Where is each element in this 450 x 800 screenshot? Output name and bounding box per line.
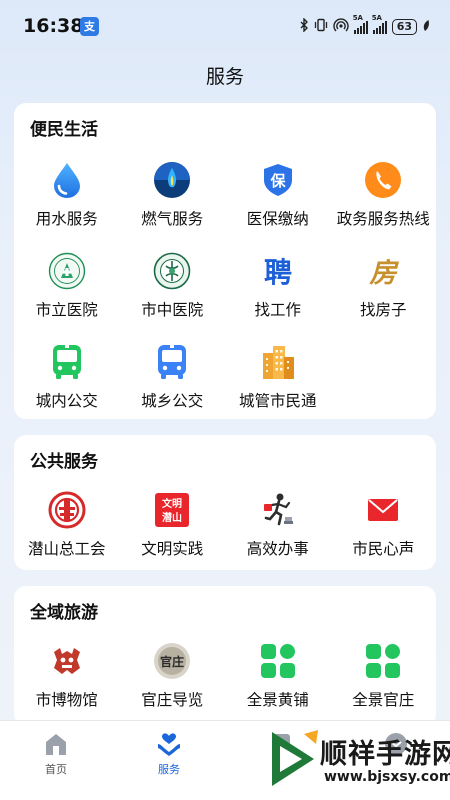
signal-strength-icon-1: 5A xyxy=(353,14,368,34)
section-title: 全域旅游 xyxy=(30,603,98,623)
gas-flame-icon xyxy=(153,161,191,199)
medical-insurance-shield-icon: 保 xyxy=(259,161,297,199)
service-label: 城管市民通 xyxy=(238,392,317,410)
section-title: 公共服务 xyxy=(30,452,98,472)
signal-tag-2: 5A xyxy=(371,13,382,22)
museum-icon xyxy=(48,642,86,680)
hotspot-icon xyxy=(333,18,349,36)
section-card-public: 公共服务 潜山总工会 文明 潜山 文明实践 高效办事 市民心声 xyxy=(14,435,436,570)
service-label: 市立医院 xyxy=(35,301,98,319)
service-item-water[interactable]: 用水服务 xyxy=(14,153,120,244)
watermark-play-icon xyxy=(264,728,320,790)
service-label: 高效办事 xyxy=(246,540,309,558)
tab-label: 服务 xyxy=(158,763,180,776)
signal-strength-icon-2: 5A xyxy=(372,14,387,34)
service-label: 潜山总工会 xyxy=(27,540,106,558)
guanzhuang-guide-icon: 官庄 xyxy=(153,642,191,680)
recruit-icon: 聘 xyxy=(259,252,297,290)
mail-envelope-icon xyxy=(364,491,402,529)
civilization-icon-text-2: 潜山 xyxy=(162,511,182,524)
service-item-civilization[interactable]: 文明 潜山 文明实践 xyxy=(120,483,226,574)
service-item-find-house[interactable]: 房 找房子 xyxy=(331,244,437,335)
city-building-icon xyxy=(259,343,297,381)
rural-bus-icon xyxy=(153,343,191,381)
shield-icon-text: 保 xyxy=(269,172,286,190)
city-bus-icon xyxy=(48,343,86,381)
service-item-city-bus[interactable]: 城内公交 xyxy=(14,335,120,426)
tab-label: 首页 xyxy=(45,763,67,776)
service-item-guanzhuang-guide[interactable]: 官庄 官庄导览 xyxy=(120,634,226,725)
service-grid: 用水服务 燃气服务 保 医保缴纳 政务服务热线 市立医院 市中医院 聘 找工作 … xyxy=(14,153,436,426)
service-item-medical-insurance[interactable]: 保 医保缴纳 xyxy=(225,153,331,244)
app-notification-icon: 支 xyxy=(80,17,99,36)
watermark-text: 顺祥手游网 xyxy=(320,739,450,770)
panorama-grid-icon xyxy=(364,642,402,680)
city-hospital-logo-icon xyxy=(48,252,86,290)
guanzhuang-icon-text: 官庄 xyxy=(160,654,184,669)
service-item-urban-management[interactable]: 城管市民通 xyxy=(225,335,331,426)
service-item-hotline[interactable]: 政务服务热线 xyxy=(331,153,437,244)
service-item-tcm-hospital[interactable]: 市中医院 xyxy=(120,244,226,335)
phone-hotline-icon xyxy=(364,161,402,199)
house-icon: 房 xyxy=(364,252,402,290)
section-card-life: 便民生活 用水服务 燃气服务 保 医保缴纳 政务服务热线 市立医院 市中医院 聘… xyxy=(14,103,436,419)
running-man-icon xyxy=(259,491,297,529)
status-indicators: 5A 5A 63 xyxy=(299,14,430,37)
service-label: 全景黄铺 xyxy=(246,691,309,709)
service-item-efficient-affairs[interactable]: 高效办事 xyxy=(225,483,331,574)
water-drop-icon xyxy=(48,161,86,199)
recruit-icon-text: 聘 xyxy=(264,256,292,289)
service-label: 政务服务热线 xyxy=(336,210,430,228)
service-label: 找工作 xyxy=(254,301,301,319)
service-item-trade-union[interactable]: 潜山总工会 xyxy=(14,483,120,574)
section-title: 便民生活 xyxy=(30,120,98,140)
tcm-hospital-logo-icon xyxy=(153,252,191,290)
service-item-rural-bus[interactable]: 城乡公交 xyxy=(120,335,226,426)
site-watermark: 顺祥手游网 www.bjsxsy.com xyxy=(262,718,450,800)
service-label: 市中医院 xyxy=(141,301,204,319)
tab-home[interactable]: 首页 xyxy=(26,729,86,779)
page-title: 服务 xyxy=(205,66,244,88)
panorama-grid-icon xyxy=(259,642,297,680)
service-label: 文明实践 xyxy=(141,540,204,558)
service-label: 官庄导览 xyxy=(141,691,204,709)
section-card-tour: 全域旅游 市博物馆 官庄 官庄导览 全景黄铺 全景官庄 xyxy=(14,586,436,726)
service-label: 找房子 xyxy=(359,301,407,319)
civilization-practice-icon: 文明 潜山 xyxy=(153,491,191,529)
service-heart-hands-icon xyxy=(156,731,182,757)
service-label: 城乡公交 xyxy=(141,392,204,410)
service-grid: 潜山总工会 文明 潜山 文明实践 高效办事 市民心声 xyxy=(14,483,436,574)
trade-union-icon xyxy=(48,491,86,529)
tab-service[interactable]: 服务 xyxy=(139,729,199,779)
status-time: 16:38 xyxy=(23,15,84,37)
service-label: 用水服务 xyxy=(35,210,98,228)
service-item-panorama-guanzhuang[interactable]: 全景官庄 xyxy=(331,634,437,725)
service-item-city-hospital[interactable]: 市立医院 xyxy=(14,244,120,335)
home-icon xyxy=(43,731,69,757)
watermark-url: www.bjsxsy.com xyxy=(324,769,450,785)
power-saving-leaf-icon xyxy=(422,19,430,35)
service-item-panorama-huangpu[interactable]: 全景黄铺 xyxy=(225,634,331,725)
vibrate-icon xyxy=(314,18,328,36)
service-label: 医保缴纳 xyxy=(246,210,309,228)
service-label: 全景官庄 xyxy=(352,691,415,709)
house-icon-text: 房 xyxy=(369,258,400,289)
service-label: 燃气服务 xyxy=(141,210,204,228)
battery-indicator: 63 xyxy=(391,19,417,35)
status-bar: 16:38 支 5A 5A 63 xyxy=(0,0,450,54)
service-item-citizen-voice[interactable]: 市民心声 xyxy=(331,483,437,574)
service-label: 市博物馆 xyxy=(35,691,98,709)
service-item-find-job[interactable]: 聘 找工作 xyxy=(225,244,331,335)
signal-tag-1: 5A xyxy=(352,13,363,22)
service-label: 市民心声 xyxy=(352,540,415,558)
service-grid: 市博物馆 官庄 官庄导览 全景黄铺 全景官庄 xyxy=(14,634,436,725)
service-item-museum[interactable]: 市博物馆 xyxy=(14,634,120,725)
bluetooth-icon xyxy=(299,17,309,36)
service-item-gas[interactable]: 燃气服务 xyxy=(120,153,226,244)
service-label: 城内公交 xyxy=(35,392,98,410)
civilization-icon-text-1: 文明 xyxy=(162,497,182,510)
